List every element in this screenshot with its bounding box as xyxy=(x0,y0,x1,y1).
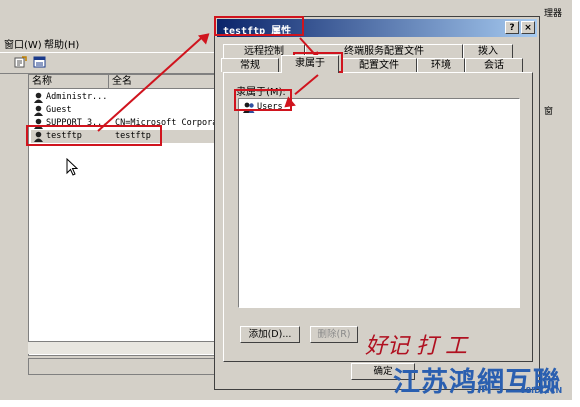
member-list[interactable]: Users xyxy=(238,98,520,308)
tab-dial-in[interactable]: 拨入 xyxy=(463,44,513,58)
column-header-fullname[interactable]: 全名 xyxy=(109,75,231,89)
view-icon[interactable] xyxy=(33,56,46,68)
tab-profile[interactable]: 配置文件 xyxy=(341,58,417,72)
tab-member-of[interactable]: 隶属于 xyxy=(281,55,339,73)
user-name: Administr... xyxy=(46,92,108,102)
user-icon xyxy=(34,105,43,116)
background-window-edge: 理器 窗 xyxy=(540,0,572,400)
menu-window[interactable]: 窗口(W) xyxy=(4,36,42,51)
edge-text: 理器 xyxy=(544,9,563,19)
toolbar xyxy=(0,52,230,74)
screenshot-frame: 窗口(W) 帮助(H) 名称 全名 Administr... Guest SUP… xyxy=(0,0,572,400)
user-name: Guest xyxy=(46,105,72,115)
horizontal-scrollbar[interactable] xyxy=(28,341,230,354)
column-header-name[interactable]: 名称 xyxy=(29,75,109,89)
properties-icon[interactable] xyxy=(14,56,27,68)
remove-button[interactable]: 删除(R) xyxy=(310,326,358,343)
member-of-panel: 隶属于(M): Users 添加(D)... 删除(R) xyxy=(223,72,533,362)
user-icon xyxy=(34,92,43,103)
help-button[interactable]: ? xyxy=(505,21,519,34)
watermark-text: 好记 打 工 xyxy=(365,334,467,359)
tab-sessions[interactable]: 会话 xyxy=(465,58,523,72)
close-button[interactable]: × xyxy=(521,21,535,34)
tab-general[interactable]: 常规 xyxy=(221,58,279,72)
user-list-panel: 名称 全名 Administr... Guest SUPPORT_3... CN… xyxy=(28,74,233,356)
annotation-box-testftp xyxy=(26,125,162,146)
watermark-site: 68IDC.CN xyxy=(520,386,563,395)
list-item[interactable]: Guest xyxy=(31,104,229,117)
tab-environment[interactable]: 环境 xyxy=(417,58,465,72)
edge-text: 窗 xyxy=(544,107,554,117)
menu-help[interactable]: 帮助(H) xyxy=(44,36,79,51)
mouse-pointer-icon xyxy=(66,158,78,176)
add-button[interactable]: 添加(D)... xyxy=(240,326,300,343)
annotation-box-title xyxy=(214,16,304,36)
status-bar xyxy=(28,358,232,375)
